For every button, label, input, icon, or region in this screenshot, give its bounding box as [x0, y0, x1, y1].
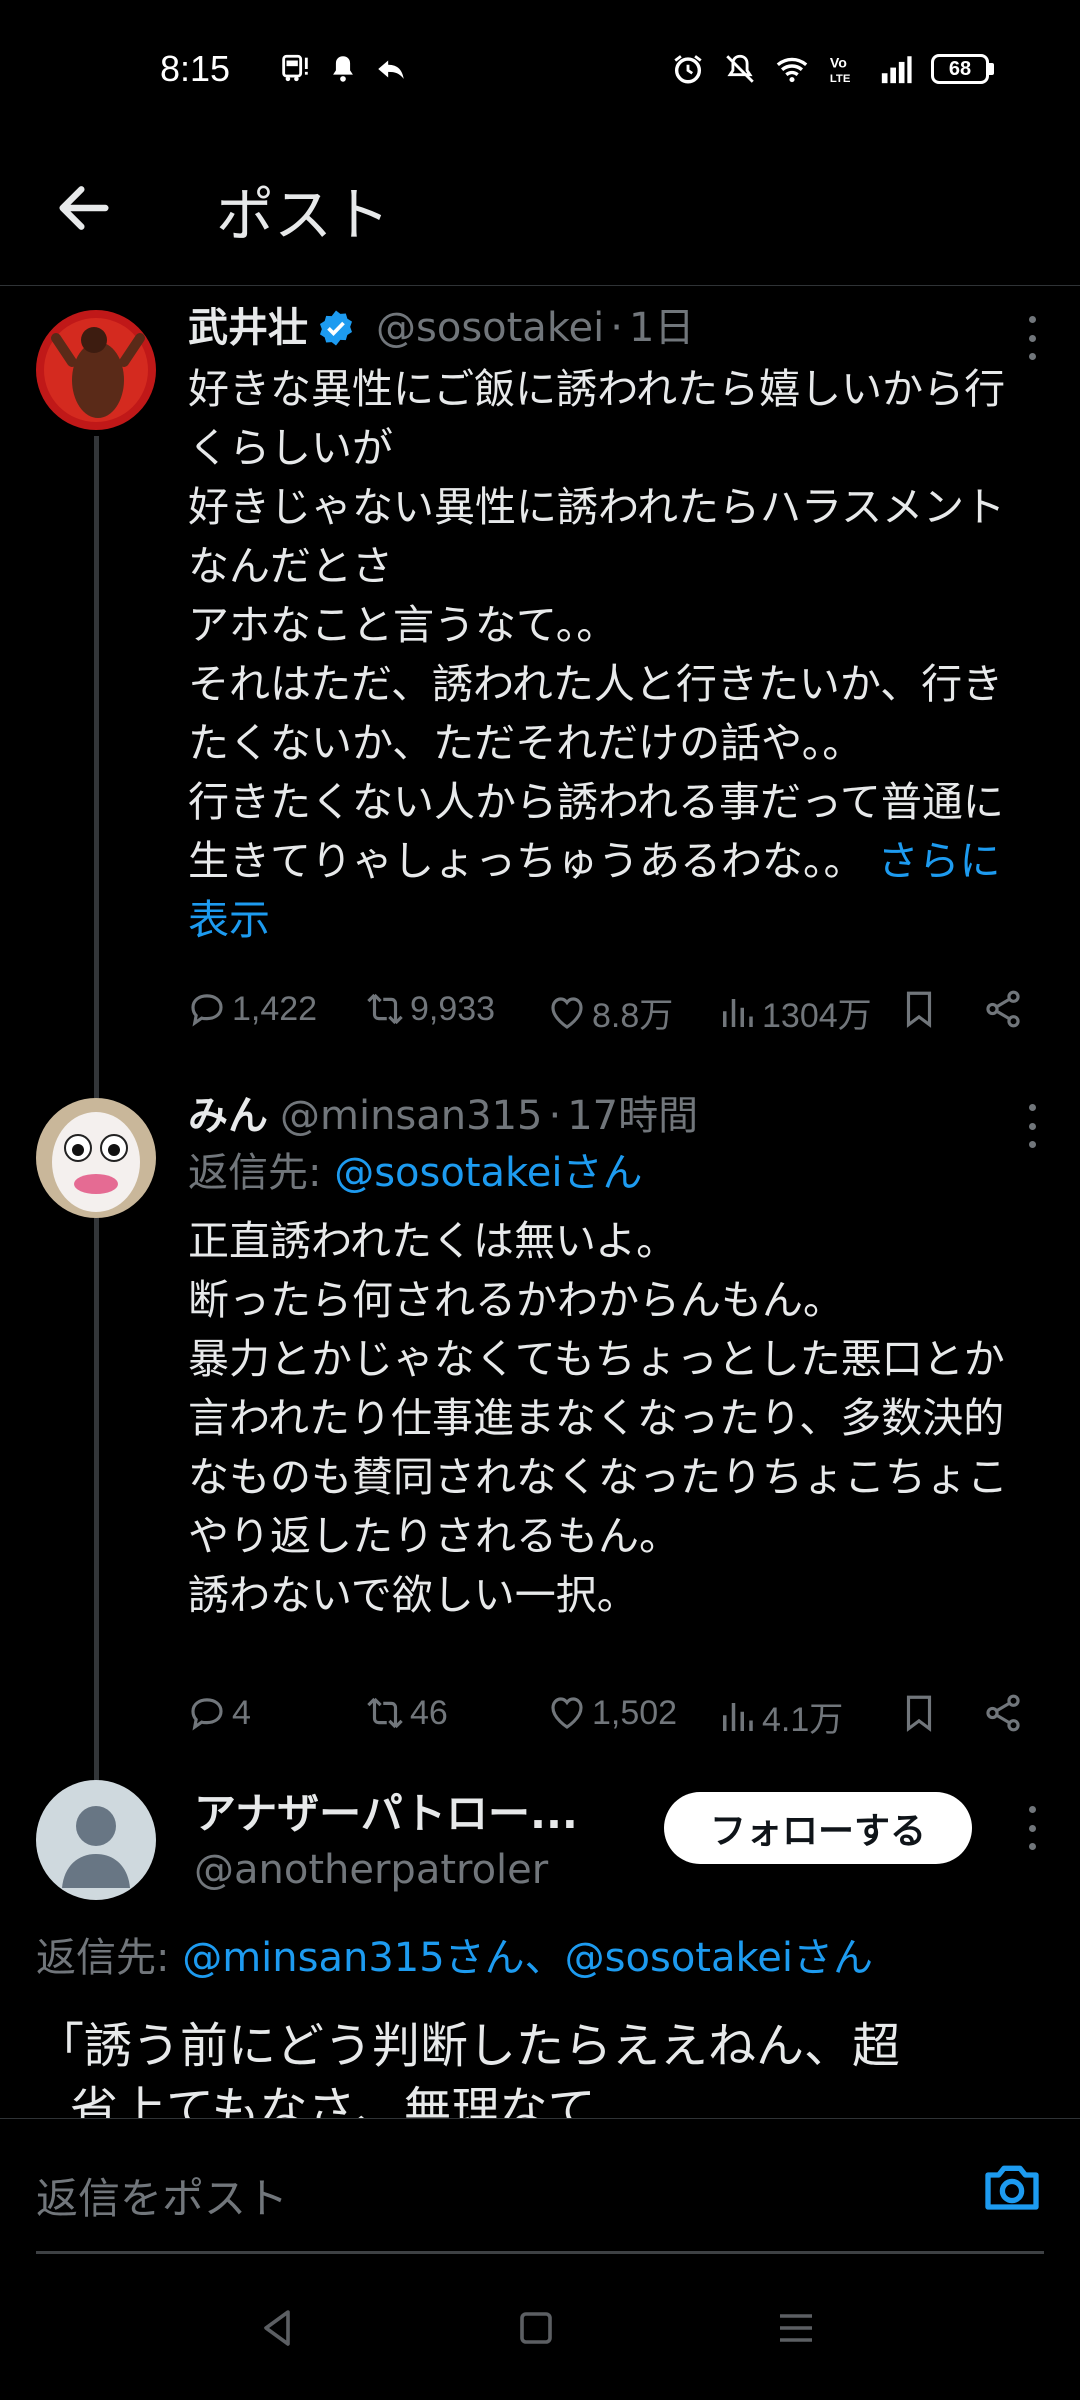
views-icon	[723, 1702, 753, 1731]
reply-button[interactable]: 4	[186, 1692, 251, 1734]
author-name[interactable]: 武井壮	[188, 300, 308, 356]
home-square-icon[interactable]	[512, 2304, 560, 2352]
tweet-text: 好きな異性にご飯に誘われたら嬉しいから行くらしいが 好きじゃない異性に誘われたら…	[188, 365, 1006, 944]
follow-button[interactable]: フォローする	[664, 1792, 972, 1864]
like-button[interactable]: 8.8万	[546, 988, 673, 1037]
author-name[interactable]: アナザーパトロー...	[194, 1786, 578, 1842]
views-button[interactable]: 1304万	[716, 988, 872, 1037]
repost-icon	[367, 993, 403, 1025]
avatar[interactable]	[36, 310, 156, 430]
camera-icon[interactable]	[980, 2155, 1044, 2219]
tweet-text-line2: 省上てもなさ、無理なて	[70, 2082, 596, 2118]
repost-button[interactable]: 46	[364, 1692, 448, 1734]
tweet-time[interactable]: 1日	[629, 300, 694, 356]
signal-icon	[881, 56, 912, 84]
share-icon	[986, 1694, 1020, 1732]
views-icon	[723, 998, 753, 1027]
status-bar: 8:15 Vo LTE 68	[0, 0, 1080, 140]
reply-icon	[191, 1698, 223, 1731]
back-triangle-icon[interactable]	[254, 2304, 302, 2352]
reply-icon	[191, 994, 223, 1027]
tweet-focused[interactable]: アナザーパトロー... @anotherpatroler フォローする 返信先:…	[0, 1780, 1080, 2118]
more-options-icon[interactable]	[1024, 1806, 1040, 1850]
page-title: ポスト	[216, 181, 391, 249]
bus-icon	[282, 54, 308, 82]
reply-input[interactable]: 返信をポスト	[36, 2165, 288, 2226]
author-handle[interactable]: @minsan315	[280, 1088, 542, 1144]
repost-icon	[367, 1697, 403, 1729]
top-bar: ポスト	[0, 140, 1080, 286]
repost-button[interactable]: 9,933	[364, 988, 495, 1030]
share-button[interactable]	[982, 1692, 1028, 1734]
bookmark-button[interactable]	[898, 988, 944, 1030]
tweet-text: 正直誘われたくは無いよ。 断ったら何されるかわからんもん。 暴力とかじゃなくても…	[188, 1217, 1008, 1619]
bookmark-icon	[906, 1695, 932, 1732]
notification-icon	[333, 56, 353, 82]
author-handle[interactable]: @anotherpatroler	[194, 1842, 548, 1898]
share-button[interactable]	[982, 988, 1028, 1030]
tweet-actions: 4 46 1,502 4.1万	[186, 1692, 1038, 1742]
reply-icon	[378, 60, 404, 79]
reply-to-line: 返信先: @sosotakeiさん	[188, 1150, 643, 1196]
tweet-time[interactable]: 17時間	[567, 1088, 698, 1144]
svg-text:Vo: Vo	[830, 56, 847, 72]
battery-icon: 68	[931, 54, 994, 84]
author-handle[interactable]: @sosotakei	[376, 300, 604, 356]
reply-button[interactable]: 1,422	[186, 988, 317, 1030]
mention-link[interactable]: @minsan315さん、@sosotakeiさん	[182, 1935, 873, 1981]
tweet-text: 「誘う前にどう判断したらええねん、超	[36, 2018, 901, 2074]
reply-to-line: 返信先: @minsan315さん、@sosotakeiさん	[36, 1935, 873, 1981]
bookmark-button[interactable]	[898, 1692, 944, 1734]
heart-icon	[551, 1697, 583, 1729]
verified-badge-icon	[320, 310, 352, 346]
battery-level: 68	[931, 54, 989, 84]
alarm-icon	[674, 55, 702, 84]
svg-text:LTE: LTE	[830, 73, 851, 85]
menu-lines-icon[interactable]	[772, 2304, 820, 2352]
heart-icon	[551, 996, 583, 1029]
like-button[interactable]: 1,502	[546, 1692, 677, 1734]
avatar[interactable]	[36, 1780, 156, 1900]
tweet-actions: 1,422 9,933 8.8万 1304万	[186, 988, 1038, 1038]
reply-composer: 返信をポスト	[0, 2118, 1080, 2260]
vibrate-icon	[726, 54, 754, 83]
share-icon	[986, 990, 1020, 1028]
avatar[interactable]	[36, 1098, 156, 1218]
volte-icon: VoLTE	[830, 56, 851, 85]
bookmark-icon	[906, 991, 932, 1028]
wifi-icon	[776, 57, 808, 83]
views-button[interactable]: 4.1万	[716, 1692, 843, 1741]
mention-link[interactable]: @sosotakeiさん	[334, 1150, 642, 1196]
author-name[interactable]: みん	[188, 1088, 268, 1144]
system-nav-bar	[0, 2260, 1080, 2400]
back-arrow-icon[interactable]	[52, 176, 116, 240]
status-time: 8:15	[160, 48, 231, 89]
